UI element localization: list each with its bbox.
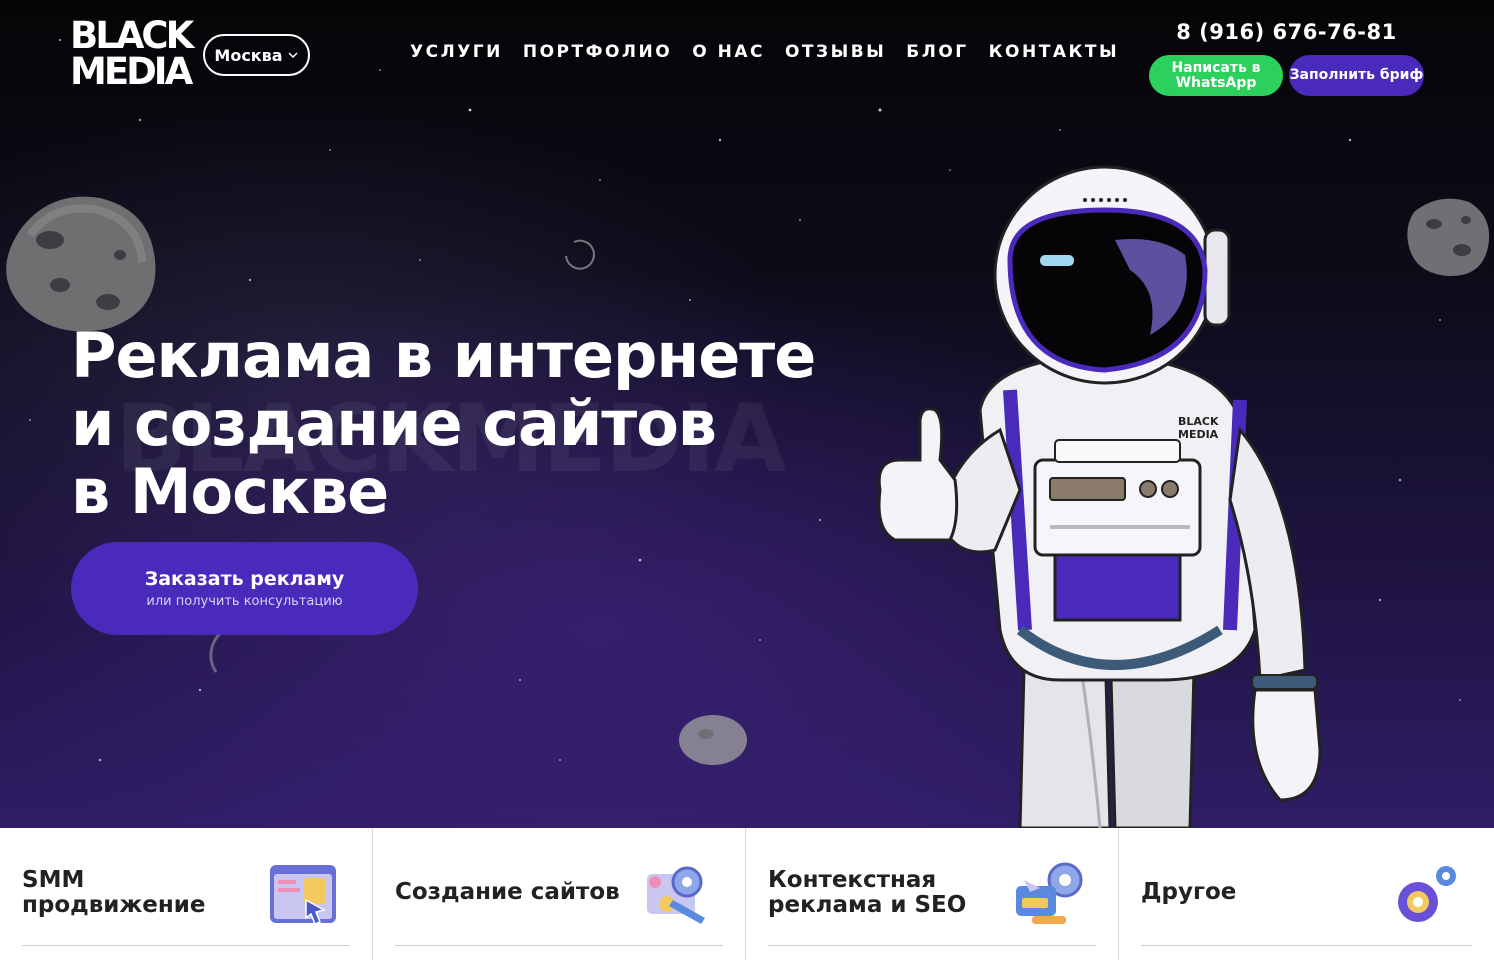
city-selector[interactable]: Москва bbox=[203, 34, 310, 76]
astronaut-badge-line-1: BLACK bbox=[1178, 415, 1219, 428]
card-divider bbox=[22, 945, 350, 946]
main-nav: УСЛУГИ ПОРТФОЛИО О НАС ОТЗЫВЫ БЛОГ КОНТА… bbox=[410, 42, 1139, 62]
asteroid-small-image bbox=[679, 715, 747, 765]
services-strip: SMM продвижение Создание сайтов Контекст… bbox=[0, 828, 1494, 960]
brand-logo[interactable]: BLACK MEDIA bbox=[70, 14, 198, 94]
nav-about[interactable]: О НАС bbox=[692, 42, 765, 62]
nav-reviews[interactable]: ОТЗЫВЫ bbox=[785, 42, 886, 62]
hero-title: Реклама в интернете и создание сайтов в … bbox=[71, 319, 816, 528]
hero-section: BLACK MEDIA Москва УСЛУГИ ПОРТФОЛИО О НА… bbox=[0, 0, 1494, 828]
service-card-websites[interactable]: Создание сайтов bbox=[373, 828, 746, 960]
order-button-sublabel: или получить консультацию bbox=[146, 594, 343, 609]
order-ad-button[interactable]: Заказать рекламу или получить консультац… bbox=[71, 542, 418, 635]
service-title: Создание сайтов bbox=[395, 879, 620, 905]
logo-line-2: MEDIA bbox=[70, 50, 193, 93]
card-divider bbox=[1141, 945, 1472, 946]
nav-blog[interactable]: БЛОГ bbox=[906, 42, 968, 62]
gear-wrench-icon bbox=[647, 866, 705, 924]
service-card-other[interactable]: Другое bbox=[1119, 828, 1494, 960]
asteroid-left-image bbox=[6, 196, 156, 332]
hero-title-line-3: в Москве bbox=[71, 455, 389, 528]
card-divider bbox=[395, 945, 723, 946]
nav-services[interactable]: УСЛУГИ bbox=[410, 42, 503, 62]
service-title: SMM продвижение bbox=[22, 867, 206, 918]
hero-title-line-2: и создание сайтов bbox=[71, 387, 717, 460]
fill-brief-button[interactable]: Заполнить бриф bbox=[1289, 55, 1424, 96]
nav-portfolio[interactable]: ПОРТФОЛИО bbox=[523, 42, 672, 62]
seo-gear-icon bbox=[1016, 862, 1083, 924]
service-card-context-seo[interactable]: Контекстная реклама и SEO bbox=[746, 828, 1119, 960]
phone-link[interactable]: 8 (916) 676-76-81 bbox=[1150, 20, 1423, 44]
whatsapp-button[interactable]: Написать в WhatsApp bbox=[1149, 55, 1283, 96]
nav-contacts[interactable]: КОНТАКТЫ bbox=[989, 42, 1119, 62]
chevron-down-icon bbox=[288, 52, 298, 59]
city-label: Москва bbox=[214, 45, 283, 65]
asteroid-right-image bbox=[1407, 198, 1490, 277]
astronaut-illustration: BLACK MEDIA bbox=[877, 165, 1322, 828]
service-title: Другое bbox=[1141, 879, 1237, 905]
card-divider bbox=[768, 945, 1096, 946]
astronaut-badge-line-2: MEDIA bbox=[1178, 428, 1219, 441]
gears-icon bbox=[1398, 866, 1456, 922]
order-button-label: Заказать рекламу bbox=[144, 568, 345, 590]
logo-line-1: BLACK bbox=[70, 14, 194, 57]
browser-cursor-icon bbox=[270, 865, 336, 925]
service-title: Контекстная реклама и SEO bbox=[768, 867, 967, 918]
hero-title-line-1: Реклама в интернете bbox=[71, 319, 816, 392]
service-card-smm[interactable]: SMM продвижение bbox=[0, 828, 373, 960]
